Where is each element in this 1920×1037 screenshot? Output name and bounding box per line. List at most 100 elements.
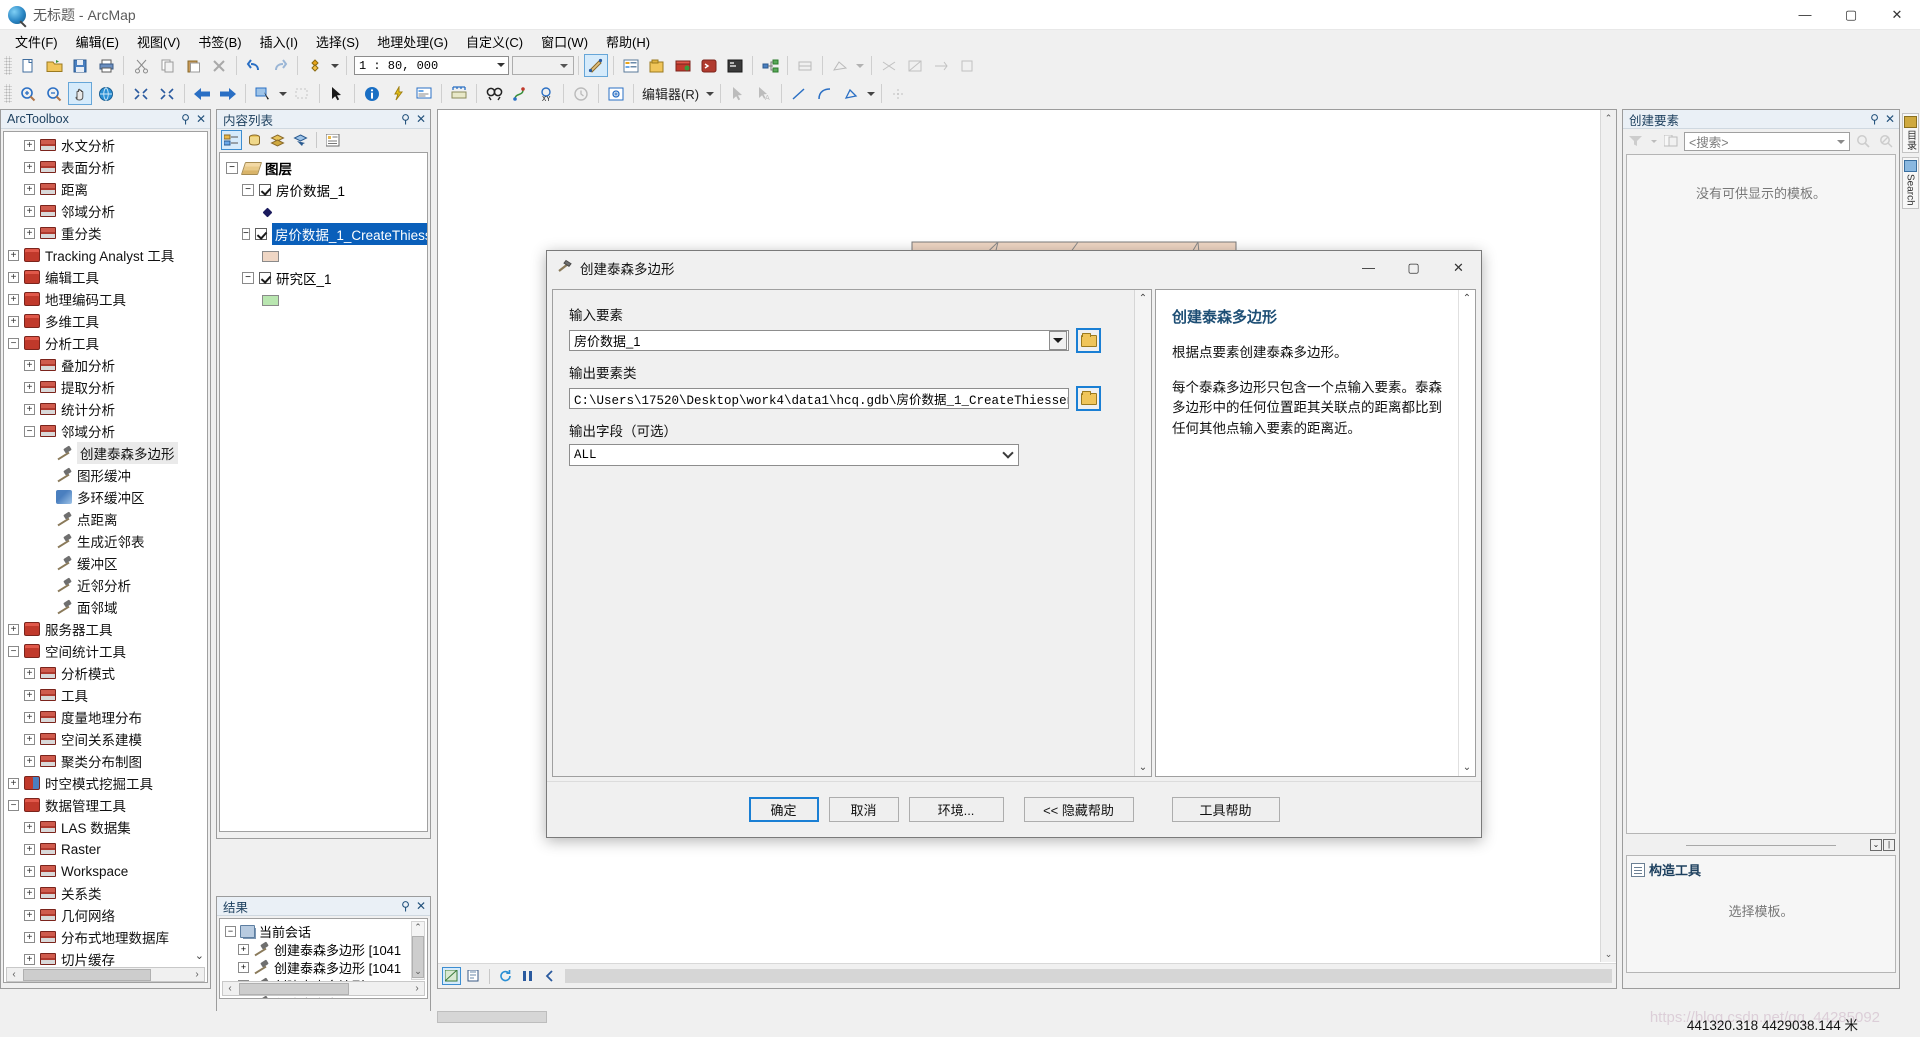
toolbar-grip[interactable] xyxy=(4,84,12,103)
expand-icon[interactable]: + xyxy=(24,711,35,723)
collapse-icon[interactable]: − xyxy=(242,272,254,284)
delete-icon[interactable] xyxy=(207,54,231,77)
toolbox-item[interactable]: + Raster xyxy=(4,838,207,860)
output-feature-class-browse-button[interactable] xyxy=(1076,386,1101,411)
clear-search-icon[interactable] xyxy=(1876,134,1896,148)
close-icon[interactable]: ✕ xyxy=(416,899,426,913)
pin-icon[interactable]: ⚲ xyxy=(401,112,410,126)
results-tree[interactable]: − 当前会话 +创建泰森多边形 [1041+创建泰森多边形 [1041+创建泰森… xyxy=(219,918,428,999)
paste-icon[interactable] xyxy=(181,54,205,77)
list-by-selection-icon[interactable] xyxy=(290,130,311,150)
arc-segment-icon[interactable] xyxy=(813,82,837,105)
scroll-left-icon[interactable]: ‹ xyxy=(223,983,237,994)
toc-root[interactable]: − 图层 xyxy=(226,157,427,179)
model-builder-icon[interactable] xyxy=(723,54,747,77)
expand-icon[interactable]: + xyxy=(24,161,35,173)
toolbox-item[interactable]: + 时空模式挖掘工具 xyxy=(4,772,207,794)
dialog-parameters-scrollbar[interactable]: ⌃ ⌄ xyxy=(1134,290,1151,776)
expand-icon[interactable]: + xyxy=(24,403,35,415)
toolbox-item[interactable]: + 地理编码工具 xyxy=(4,288,207,310)
expand-icon[interactable]: + xyxy=(24,381,35,393)
layer-visibility-checkbox[interactable] xyxy=(259,272,271,284)
create-features-splitter[interactable]: ⌄ | xyxy=(1626,837,1896,853)
toolbox-item[interactable]: + 提取分析 xyxy=(4,376,207,398)
results-hscrollbar[interactable]: ‹ › xyxy=(222,981,425,996)
dialog-minimize-button[interactable]: — xyxy=(1346,251,1391,284)
ok-button[interactable]: 确定 xyxy=(748,797,819,822)
fixed-zoom-in-icon[interactable] xyxy=(129,82,153,105)
go-back-icon[interactable] xyxy=(190,82,214,105)
toolbox-item[interactable]: + 度量地理分布 xyxy=(4,706,207,728)
print-icon[interactable] xyxy=(94,54,118,77)
expand-icon[interactable]: + xyxy=(238,943,249,955)
dialog-maximize-button[interactable]: ▢ xyxy=(1391,251,1436,284)
expand-icon[interactable]: + xyxy=(24,931,35,943)
python-window-icon[interactable] xyxy=(697,54,721,77)
pan-icon[interactable] xyxy=(68,82,92,105)
toolbox-item[interactable]: + 空间关系建模 xyxy=(4,728,207,750)
tab-search[interactable]: Search xyxy=(1901,157,1919,209)
open-folder-icon[interactable] xyxy=(42,54,66,77)
map-vertical-scrollbar[interactable]: ⌃ ⌄ xyxy=(1600,110,1616,962)
collapse-icon[interactable]: − xyxy=(225,925,236,937)
toolbox-item[interactable]: + 服务器工具 xyxy=(4,618,207,640)
results-session[interactable]: − 当前会话 xyxy=(225,922,427,940)
chevron-down-icon[interactable] xyxy=(1649,139,1658,143)
menu-file[interactable]: 文件(F) xyxy=(6,30,67,53)
toolbox-item[interactable]: − 邻域分析 xyxy=(4,420,207,442)
create-viewer-icon[interactable] xyxy=(604,82,628,105)
expand-icon[interactable]: + xyxy=(24,953,35,965)
expand-icon[interactable]: + xyxy=(24,205,35,217)
chevron-down-icon[interactable] xyxy=(704,82,715,105)
close-icon[interactable]: ✕ xyxy=(1885,112,1895,126)
refresh-icon[interactable] xyxy=(496,967,515,985)
chevron-down-icon[interactable] xyxy=(277,82,288,105)
minimize-button[interactable]: — xyxy=(1782,0,1828,30)
new-document-icon[interactable] xyxy=(16,54,40,77)
toc-layer-label[interactable]: 房价数据_1_CreateThiess xyxy=(271,223,427,245)
menu-bookmarks[interactable]: 书签(B) xyxy=(189,30,250,53)
table-of-contents-icon[interactable] xyxy=(619,54,643,77)
toolbox-item[interactable]: + 叠加分析 xyxy=(4,354,207,376)
toc-layer-row[interactable]: − 房价数据_1 xyxy=(226,179,427,201)
toolbox-item[interactable]: 近邻分析 xyxy=(4,574,207,596)
scroll-thumb[interactable] xyxy=(239,982,349,995)
map-horizontal-scrollbar[interactable] xyxy=(565,969,1612,983)
toc-tree[interactable]: − 图层 − 房价数据_1 − 房价数据_1_CreateThiess − 研究区_1 xyxy=(219,152,428,832)
select-features-icon[interactable] xyxy=(251,82,275,105)
expand-icon[interactable]: + xyxy=(24,843,35,855)
map-scale-combo[interactable]: 1 : 80, 000 xyxy=(354,56,509,75)
options-icon[interactable] xyxy=(322,130,343,150)
toolbox-item[interactable]: 图形缓冲 xyxy=(4,464,207,486)
edit-tool-icon[interactable] xyxy=(726,82,750,105)
expand-icon[interactable]: + xyxy=(8,315,19,327)
toolbox-item[interactable]: + 重分类 xyxy=(4,222,207,244)
collapse-panel-icon[interactable]: ⌄ xyxy=(1870,839,1882,851)
close-icon[interactable]: ✕ xyxy=(416,112,426,126)
scale-extra-combo[interactable] xyxy=(512,56,574,75)
full-extent-icon[interactable] xyxy=(94,82,118,105)
expand-icon[interactable]: + xyxy=(24,821,35,833)
toolbox-item[interactable]: 生成近邻表 xyxy=(4,530,207,552)
maximize-button[interactable]: ▢ xyxy=(1828,0,1874,30)
expand-icon[interactable]: + xyxy=(238,961,249,973)
scroll-up-icon[interactable]: ⌃ xyxy=(412,922,424,935)
save-icon[interactable] xyxy=(68,54,92,77)
toolbox-item[interactable]: + 水文分析 xyxy=(4,134,207,156)
find-route-icon[interactable] xyxy=(508,82,532,105)
toolbox-item[interactable]: + 邻域分析 xyxy=(4,200,207,222)
close-icon[interactable]: ✕ xyxy=(196,112,206,126)
input-features-combo[interactable]: 房价数据_1 xyxy=(569,330,1069,351)
trace-icon[interactable] xyxy=(839,82,863,105)
toolbox-item[interactable]: + 分析模式 xyxy=(4,662,207,684)
dialog-close-button[interactable]: ✕ xyxy=(1436,251,1481,284)
expand-icon[interactable]: + xyxy=(8,293,19,305)
catalog-icon[interactable] xyxy=(645,54,669,77)
toolbox-item[interactable]: + 表面分析 xyxy=(4,156,207,178)
expand-icon[interactable]: + xyxy=(238,997,249,998)
menu-view[interactable]: 视图(V) xyxy=(128,30,189,53)
construct-features-icon[interactable] xyxy=(929,54,953,77)
filter-icon[interactable] xyxy=(1626,135,1646,147)
scroll-down-icon[interactable]: ⌄ xyxy=(412,966,424,979)
input-features-browse-button[interactable] xyxy=(1076,328,1101,353)
